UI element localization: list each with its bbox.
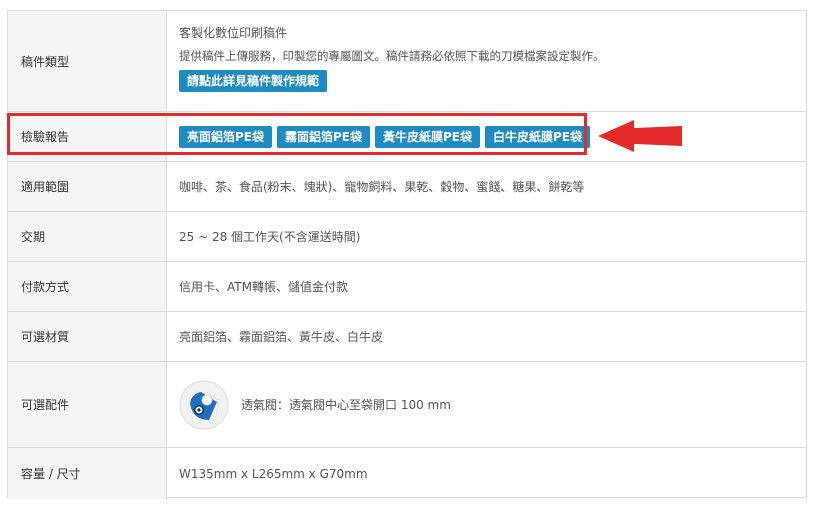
file-type-description: 提供稿件上傳服務，印製您的專屬圖文。稿件請務必依照下載的刀模檔案設定製作。 [179,49,605,63]
row-inspection-report: 檢驗報告 亮面鋁箔PE袋 霧面鋁箔PE袋 黃牛皮紙膜PE袋 白牛皮紙膜PE袋 [8,111,806,161]
row-value: W135mm x L265mm x G70mm [179,466,368,481]
row-value: 客製化數位印刷稿件 提供稿件上傳服務，印製您的專屬圖文。稿件請務必依照下載的刀模… [167,11,806,111]
degassing-valve-icon [179,380,229,429]
row-value: 亮面鋁箔、霧面鋁箔、黃牛皮、白牛皮 [179,330,384,344]
row-value: 咖啡、茶、食品(粉末、塊狀)、寵物飼料、果乾、穀物、蜜餞、糖果、餅乾等 [179,180,585,194]
accessory-text: 透氣閥：透氣閥中心至袋開口 100 mm [241,398,451,412]
row-scope: 適用範圍 咖啡、茶、食品(粉末、塊狀)、寵物飼料、果乾、穀物、蜜餞、糖果、餅乾等 [8,161,806,211]
report-button-brown-kraft[interactable]: 黃牛皮紙膜PE袋 [375,125,480,148]
row-label: 交期 [8,212,167,261]
row-payment: 付款方式 信用卡、ATM轉帳、儲值金付款 [8,261,806,311]
report-button-matte-foil[interactable]: 霧面鋁箔PE袋 [277,125,370,148]
row-label: 適用範圍 [8,162,167,211]
file-type-title: 客製化數位印刷稿件 [179,26,288,40]
row-value: 信用卡、ATM轉帳、儲值金付款 [179,280,348,294]
row-label: 付款方式 [8,262,167,311]
row-label: 檢驗報告 [8,112,167,161]
red-arrow-icon [598,120,682,152]
file-spec-button[interactable]: 請點此詳見稿件製作規範 [179,70,328,92]
row-accessory: 可選配件 透氣閥：透氣閥中心至袋開口 100 mm [8,361,806,447]
row-label: 稿件類型 [8,11,167,111]
row-file-type: 稿件類型 客製化數位印刷稿件 提供稿件上傳服務，印製您的專屬圖文。稿件請務必依照… [8,11,806,111]
row-material: 可選材質 亮面鋁箔、霧面鋁箔、黃牛皮、白牛皮 [8,311,806,361]
row-label: 容量 / 尺寸 [8,448,167,499]
row-value: 亮面鋁箔PE袋 霧面鋁箔PE袋 黃牛皮紙膜PE袋 白牛皮紙膜PE袋 [167,112,806,161]
product-spec-table: 稿件類型 客製化數位印刷稿件 提供稿件上傳服務，印製您的專屬圖文。稿件請務必依照… [7,10,807,499]
report-button-white-kraft[interactable]: 白牛皮紙膜PE袋 [485,125,590,148]
row-label: 可選材質 [8,312,167,361]
report-button-glossy-foil[interactable]: 亮面鋁箔PE袋 [179,125,272,148]
row-value: 透氣閥：透氣閥中心至袋開口 100 mm [167,362,806,447]
row-delivery: 交期 25 ~ 28 個工作天(不含運送時間) [8,211,806,261]
row-size: 容量 / 尺寸 W135mm x L265mm x G70mm [8,447,806,499]
row-value: 25 ~ 28 個工作天(不含運送時間) [179,230,361,244]
row-label: 可選配件 [8,362,167,447]
